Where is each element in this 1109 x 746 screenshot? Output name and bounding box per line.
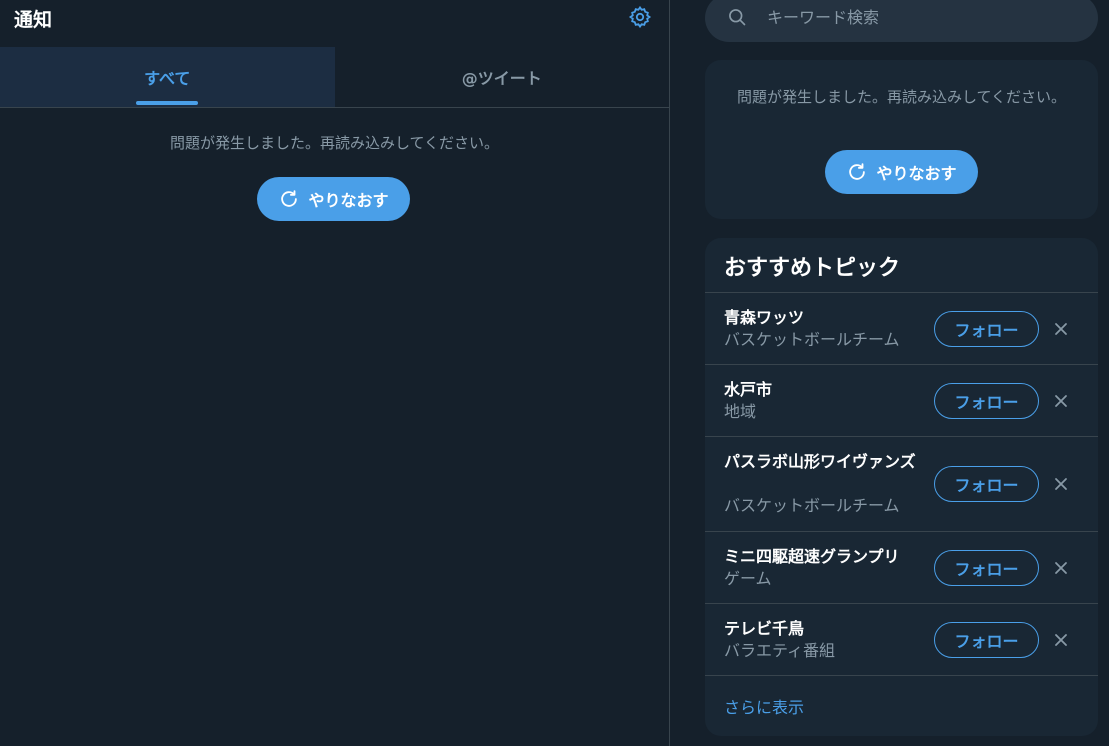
close-icon bbox=[1055, 562, 1067, 574]
show-more-link[interactable]: さらに表示 bbox=[705, 675, 1098, 736]
topic-category: ゲーム bbox=[724, 569, 772, 588]
notifications-column: 通知 すべて @ツイート 問題が発生しました。再読み込みしてください。 やりなお… bbox=[0, 0, 670, 746]
error-message: 問題が発生しました。再読み込みしてください。 bbox=[169, 134, 500, 152]
tab-all-label: すべて bbox=[144, 69, 191, 88]
topic-category: バラエティ番組 bbox=[724, 641, 836, 660]
follow-button[interactable]: フォロー bbox=[934, 383, 1039, 419]
dismiss-button[interactable] bbox=[1050, 473, 1072, 495]
settings-button[interactable] bbox=[626, 3, 654, 31]
sidebar-error-card: 問題が発生しました。再読み込みしてください。 やりなおす bbox=[705, 60, 1098, 219]
refresh-icon bbox=[281, 190, 298, 207]
follow-button[interactable]: フォロー bbox=[934, 622, 1039, 658]
search-box bbox=[705, 0, 1098, 42]
topic-category: 地域 bbox=[724, 402, 757, 421]
dismiss-button[interactable] bbox=[1050, 557, 1072, 579]
column-header: 通知 bbox=[0, 0, 670, 47]
follow-button[interactable]: フォロー bbox=[934, 550, 1039, 586]
app-root: 通知 すべて @ツイート 問題が発生しました。再読み込みしてください。 やりなお… bbox=[0, 0, 1109, 746]
topic-row[interactable]: テレビ千鳥 バラエティ番組 フォロー bbox=[705, 603, 1098, 675]
refresh-icon bbox=[849, 163, 866, 180]
topic-row[interactable]: 青森ワッツ バスケットボールチーム フォロー bbox=[705, 292, 1098, 364]
follow-button[interactable]: フォロー bbox=[934, 466, 1039, 502]
retry-button-label: やりなおす bbox=[308, 191, 389, 210]
close-icon bbox=[1055, 634, 1067, 646]
tab-mentions-label: @ツイート bbox=[461, 69, 542, 88]
page-title: 通知 bbox=[14, 9, 53, 31]
search-icon bbox=[729, 9, 746, 26]
sidebar-retry-button-label: やりなおす bbox=[876, 164, 957, 183]
gear-icon bbox=[628, 5, 652, 29]
topic-name: 青森ワッツ bbox=[724, 308, 805, 327]
close-icon bbox=[1055, 323, 1067, 335]
topics-title: おすすめトピック bbox=[724, 256, 901, 281]
topic-name: テレビ千鳥 bbox=[724, 619, 805, 638]
dismiss-button[interactable] bbox=[1050, 390, 1072, 412]
topic-row[interactable]: 水戸市 地域 フォロー bbox=[705, 364, 1098, 436]
recommended-topics-card: おすすめトピック 青森ワッツ バスケットボールチーム フォロー 水戸市 地域 フ… bbox=[705, 238, 1098, 736]
tab-all[interactable]: すべて bbox=[0, 47, 335, 107]
tab-mentions[interactable]: @ツイート bbox=[335, 47, 670, 107]
search-input[interactable] bbox=[767, 4, 1067, 30]
dismiss-button[interactable] bbox=[1050, 629, 1072, 651]
sidebar-retry-button[interactable]: やりなおす bbox=[825, 150, 978, 194]
topic-row[interactable]: ミニ四駆超速グランプリ ゲーム フォロー bbox=[705, 531, 1098, 603]
topic-name: 水戸市 bbox=[724, 380, 773, 399]
close-icon bbox=[1055, 395, 1067, 407]
tab-bar: すべて @ツイート bbox=[0, 47, 669, 108]
topic-name: パスラボ山形ワイヴァンズ bbox=[724, 452, 916, 471]
topic-name: ミニ四駆超速グランプリ bbox=[724, 547, 900, 566]
topic-category: バスケットボールチーム bbox=[724, 330, 900, 349]
sidebar-error-message: 問題が発生しました。再読み込みしてください。 bbox=[736, 88, 1067, 106]
topic-category: バスケットボールチーム bbox=[724, 496, 900, 515]
follow-button[interactable]: フォロー bbox=[934, 311, 1039, 347]
dismiss-button[interactable] bbox=[1050, 318, 1072, 340]
retry-button[interactable]: やりなおす bbox=[257, 177, 410, 221]
active-tab-indicator bbox=[136, 101, 199, 105]
close-icon bbox=[1055, 478, 1067, 490]
topic-row[interactable]: パスラボ山形ワイヴァンズ バスケットボールチーム フォロー bbox=[705, 436, 1098, 531]
